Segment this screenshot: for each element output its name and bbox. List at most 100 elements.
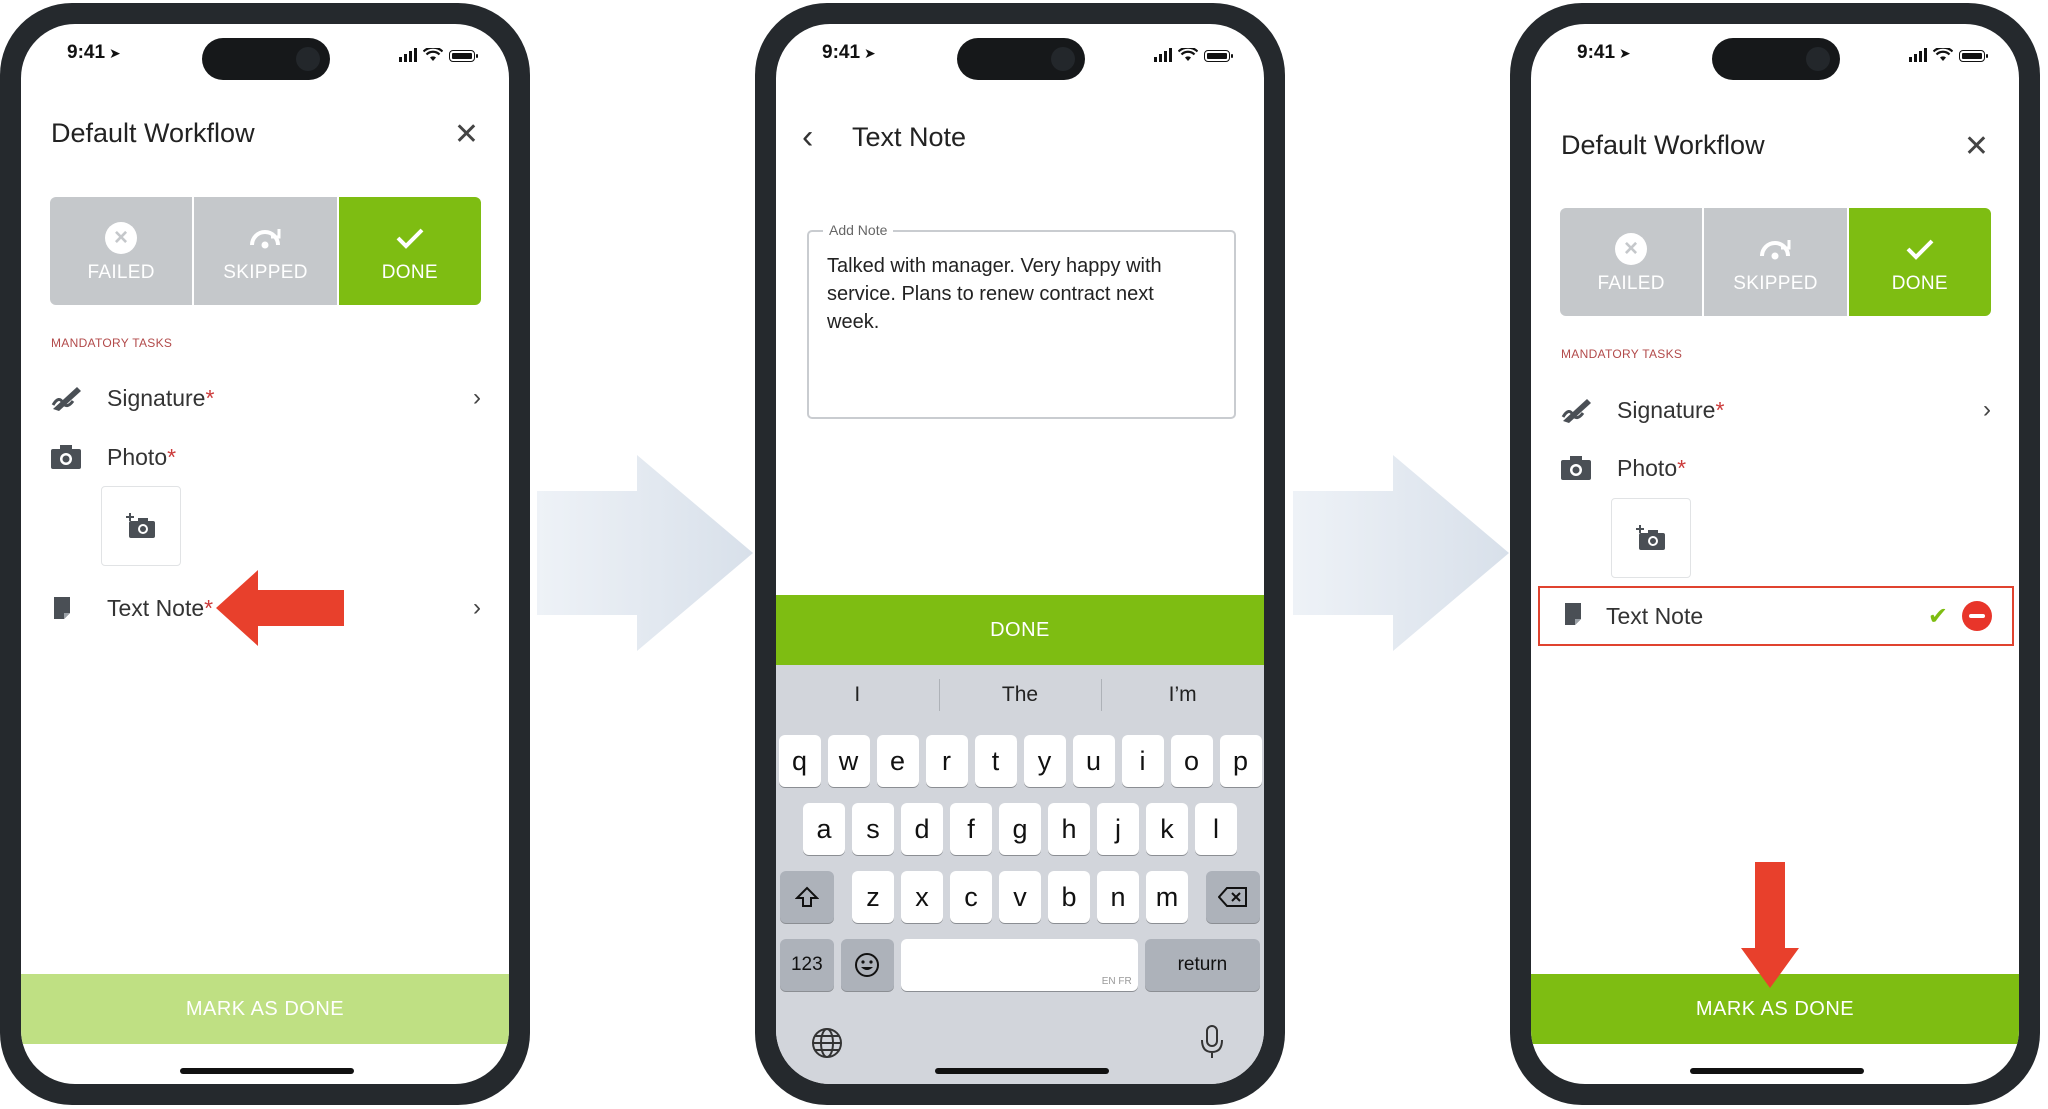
skipped-option[interactable]: SKIPPED: [192, 197, 337, 305]
close-icon[interactable]: ✕: [454, 120, 479, 150]
status-icons: [1909, 46, 1988, 62]
signature-icon: [51, 385, 85, 411]
suggestion-3[interactable]: I’m: [1101, 679, 1264, 711]
microphone-icon[interactable]: [1200, 1024, 1224, 1060]
task-signature[interactable]: Signature* ›: [1561, 390, 1991, 430]
done-button[interactable]: DONE: [776, 595, 1264, 665]
task-photo[interactable]: Photo*: [1561, 448, 1991, 488]
status-icons: [399, 46, 478, 62]
key[interactable]: r: [925, 735, 968, 787]
close-icon[interactable]: ✕: [1964, 132, 1989, 162]
mandatory-tasks-heading: MANDATORY TASKS: [51, 336, 173, 350]
space-language-tag: EN FR: [1101, 976, 1132, 987]
status-segmented-control: × FAILED SKIPPED DONE: [1560, 208, 1991, 316]
mandatory-tasks-heading: MANDATORY TASKS: [1561, 347, 1683, 361]
numbers-key[interactable]: 123: [780, 939, 834, 991]
key[interactable]: p: [1219, 735, 1262, 787]
key[interactable]: f: [950, 803, 992, 855]
done-label: DONE: [1891, 273, 1948, 294]
key[interactable]: k: [1146, 803, 1188, 855]
signal-icon: [1154, 48, 1172, 62]
keyboard: I The I’m q w e r t y u i o p a s d f g …: [776, 665, 1264, 1084]
signature-icon: [1561, 397, 1595, 423]
task-photo[interactable]: Photo*: [51, 437, 481, 477]
key[interactable]: z: [852, 871, 894, 923]
skip-icon: [1760, 240, 1791, 260]
skip-icon: [250, 229, 281, 249]
return-key[interactable]: return: [1144, 939, 1261, 991]
key[interactable]: h: [1048, 803, 1090, 855]
wifi-icon: [423, 48, 443, 61]
signal-icon: [1909, 48, 1927, 62]
home-indicator: [180, 1068, 354, 1074]
failed-option[interactable]: × FAILED: [1560, 208, 1703, 316]
key[interactable]: a: [803, 803, 845, 855]
globe-icon[interactable]: [810, 1026, 844, 1060]
battery-icon: [449, 50, 478, 62]
status-time-text: 9:41: [1577, 42, 1616, 63]
emoji-key[interactable]: [840, 939, 895, 991]
failed-option[interactable]: × FAILED: [50, 197, 193, 305]
emoji-icon: [855, 953, 880, 977]
key[interactable]: d: [901, 803, 943, 855]
key[interactable]: e: [876, 735, 919, 787]
required-mark: *: [1715, 396, 1725, 423]
camera-dot: [1051, 47, 1075, 71]
suggestion-2[interactable]: The: [938, 679, 1102, 711]
key[interactable]: i: [1121, 735, 1164, 787]
key[interactable]: s: [852, 803, 894, 855]
key[interactable]: b: [1048, 871, 1090, 923]
camera-dot: [1806, 47, 1830, 71]
key[interactable]: q: [778, 735, 821, 787]
failed-label: FAILED: [1597, 273, 1665, 294]
key[interactable]: c: [950, 871, 992, 923]
add-photo-button[interactable]: [1611, 498, 1691, 578]
key[interactable]: t: [974, 735, 1017, 787]
required-mark: *: [167, 443, 177, 470]
mark-as-done-button-disabled[interactable]: MARK AS DONE: [21, 974, 509, 1044]
key[interactable]: w: [827, 735, 870, 787]
key[interactable]: n: [1097, 871, 1139, 923]
note-icon: [1562, 601, 1584, 632]
skipped-label: SKIPPED: [1733, 273, 1818, 294]
key[interactable]: l: [1195, 803, 1237, 855]
status-time: 9:41 ➤: [67, 42, 121, 64]
add-photo-button[interactable]: [101, 486, 181, 566]
required-mark: *: [205, 384, 215, 411]
chevron-right-icon: ›: [1983, 396, 1991, 423]
key[interactable]: u: [1072, 735, 1115, 787]
backspace-key[interactable]: [1206, 871, 1260, 923]
battery-icon: [1204, 50, 1233, 62]
key[interactable]: j: [1097, 803, 1139, 855]
key[interactable]: v: [999, 871, 1041, 923]
key[interactable]: o: [1170, 735, 1213, 787]
workflow-title: Default Workflow: [51, 118, 255, 148]
shift-key[interactable]: [780, 871, 834, 923]
space-key[interactable]: EN FR: [901, 939, 1138, 991]
key[interactable]: m: [1146, 871, 1188, 923]
skipped-label: SKIPPED: [223, 262, 308, 283]
checkmark-icon: [1906, 239, 1934, 260]
key-row-3: z x c v b n m: [776, 871, 1264, 923]
phone-frame-text-note: 9:41 ➤ ‹ Text Note Add Note Talked with m…: [755, 3, 1285, 1105]
back-chevron-icon[interactable]: ‹: [802, 118, 813, 157]
task-signature[interactable]: Signature* ›: [51, 378, 481, 418]
skipped-option[interactable]: SKIPPED: [1702, 208, 1847, 316]
dynamic-island: [202, 38, 330, 80]
keyboard-bottom-bar: [776, 1010, 1264, 1070]
done-option[interactable]: DONE: [1846, 208, 1991, 316]
done-option[interactable]: DONE: [336, 197, 481, 305]
battery-icon: [1959, 50, 1988, 62]
suggestion-1[interactable]: I: [776, 683, 939, 707]
text-note-title: Text Note: [852, 122, 967, 152]
remove-icon[interactable]: [1962, 601, 1992, 631]
task-text-note-completed[interactable]: Text Note ✔: [1538, 586, 2014, 646]
key[interactable]: x: [901, 871, 943, 923]
key[interactable]: y: [1023, 735, 1066, 787]
status-time-text: 9:41: [67, 42, 106, 63]
note-icon: [51, 595, 85, 621]
add-note-textarea[interactable]: Add Note Talked with manager. Very happy…: [807, 222, 1236, 419]
key[interactable]: g: [999, 803, 1041, 855]
backspace-icon: [1218, 887, 1247, 907]
location-arrow-icon: ➤: [864, 45, 876, 61]
